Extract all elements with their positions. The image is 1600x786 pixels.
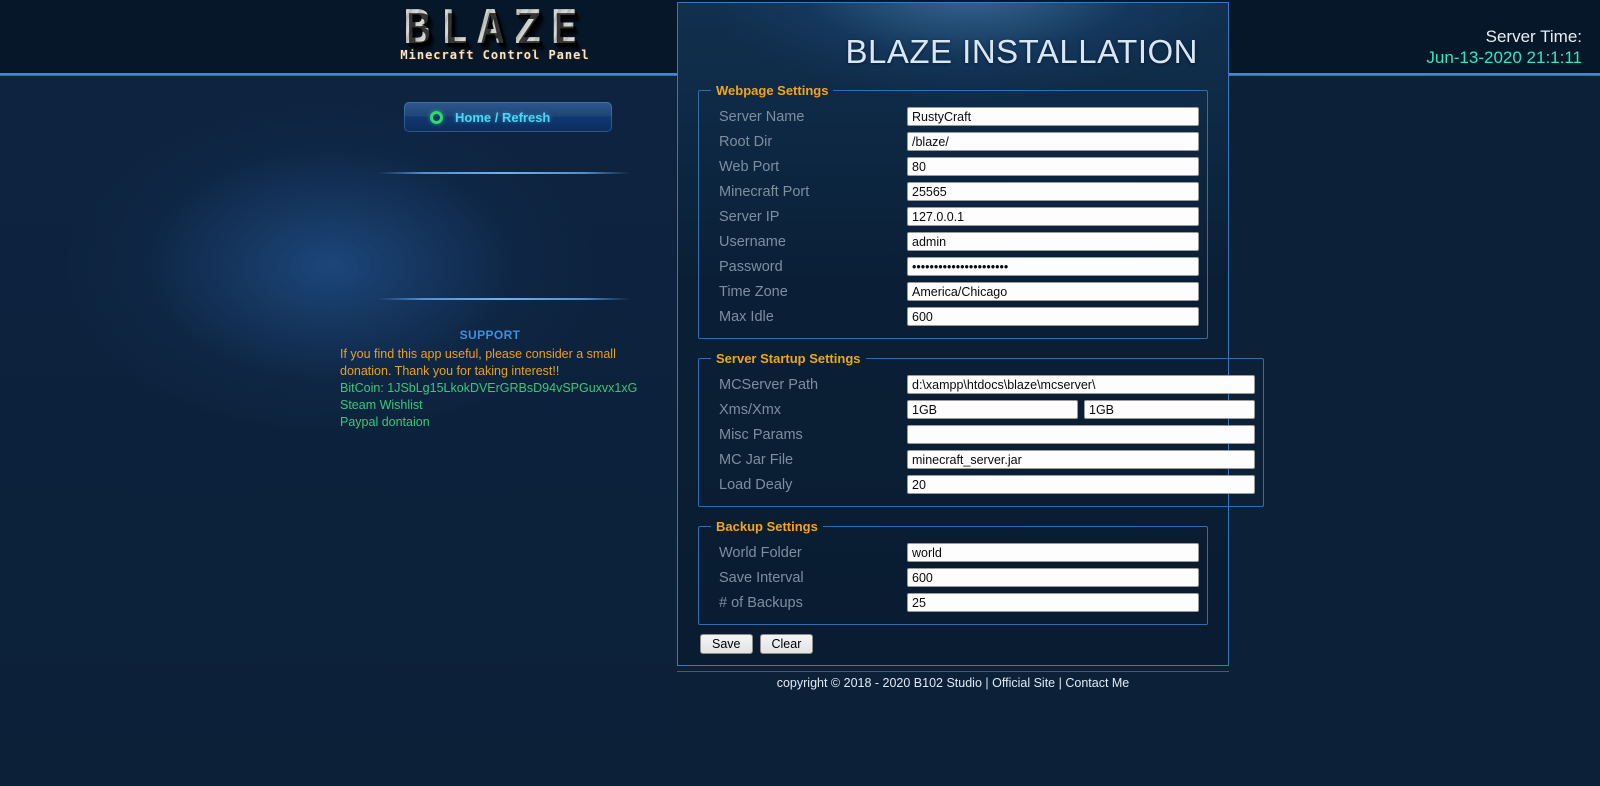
form-row: Server Name — [707, 104, 1199, 129]
form-button-bar: Save Clear — [700, 634, 1228, 654]
field-label-misc-params: Misc Params — [719, 426, 803, 443]
form-row: MCServer Path — [707, 372, 1255, 397]
paypal-donation-link[interactable]: Paypal dontaion — [340, 414, 640, 431]
footer-separator: | — [1058, 676, 1062, 690]
field-label-mcserver-path: MCServer Path — [719, 376, 819, 393]
field-label-xms-xmx: Xms/Xmx — [719, 401, 782, 418]
mcserver-path-input[interactable] — [907, 375, 1255, 394]
official-site-link[interactable]: Official Site — [992, 676, 1055, 690]
field-label-minecraft-port: Minecraft Port — [719, 183, 810, 200]
field-label-load-delay: Load Dealy — [719, 476, 793, 493]
form-row: Time Zone — [707, 279, 1199, 304]
group-legend: Server Startup Settings — [716, 351, 861, 366]
time-zone-input[interactable] — [907, 282, 1199, 301]
contact-me-link[interactable]: Contact Me — [1065, 676, 1129, 690]
footer: copyright © 2018 - 2020 B102 Studio | Of… — [677, 676, 1229, 690]
form-row: Web Port — [707, 154, 1199, 179]
field-label-number-of-backups: # of Backups — [719, 594, 803, 611]
installation-panel: BLAZE INSTALLATION Webpage Settings Serv… — [677, 2, 1264, 666]
field-label-world-folder: World Folder — [719, 544, 802, 561]
logo-wordmark: BLAZE — [350, 2, 640, 52]
form-row: Misc Params — [707, 422, 1255, 447]
support-note-line-2: donation. Thank you for taking interest!… — [340, 364, 560, 378]
server-ip-input[interactable] — [907, 207, 1199, 226]
form-row: World Folder — [707, 540, 1199, 565]
form-row: Save Interval — [707, 565, 1199, 590]
server-time-label: Server Time: — [1485, 27, 1582, 46]
xms-input[interactable] — [907, 400, 1078, 419]
support-block: SUPPORT If you find this app useful, ple… — [340, 328, 640, 431]
mc-jar-file-input[interactable] — [907, 450, 1255, 469]
field-label-username: Username — [719, 233, 786, 250]
footer-divider-rule — [677, 671, 1229, 672]
form-row: Max Idle — [707, 304, 1199, 329]
support-note-line-1: If you find this app useful, please cons… — [340, 347, 616, 361]
form-row: Minecraft Port — [707, 179, 1199, 204]
support-title: SUPPORT — [459, 328, 521, 342]
username-input[interactable] — [907, 232, 1199, 251]
server-time: Server Time: Jun-13-2020 21:1:11 — [1262, 26, 1582, 68]
group-legend: Backup Settings — [716, 519, 818, 534]
sidebar-item-home-refresh[interactable]: Home / Refresh — [404, 102, 612, 132]
group-server-startup-settings: Server Startup Settings MCServer Path Xm… — [698, 351, 1264, 507]
field-label-web-port: Web Port — [719, 158, 780, 175]
page-title: BLAZE INSTALLATION — [845, 33, 1198, 70]
field-label-root-dir: Root Dir — [719, 133, 773, 150]
root-dir-input[interactable] — [907, 132, 1199, 151]
group-backup-settings: Backup Settings World Folder Save Interv… — [698, 519, 1208, 625]
form-row: # of Backups — [707, 590, 1199, 615]
form-row: Password — [707, 254, 1199, 279]
field-label-save-interval: Save Interval — [719, 569, 804, 586]
bitcoin-address: BitCoin: 1JSbLg15LkokDVErGRBsD94vSPGuxvx… — [340, 381, 638, 395]
number-of-backups-input[interactable] — [907, 593, 1199, 612]
minecraft-port-input[interactable] — [907, 182, 1199, 201]
sidebar-divider-bottom — [378, 298, 630, 300]
server-time-value: Jun-13-2020 21:1:11 — [1426, 48, 1582, 67]
field-label-password: Password — [719, 258, 783, 275]
field-label-max-idle: Max Idle — [719, 308, 774, 325]
form-row: Load Dealy — [707, 472, 1255, 497]
form-row: MC Jar File — [707, 447, 1255, 472]
save-button[interactable]: Save — [700, 634, 753, 654]
clear-button[interactable]: Clear — [759, 634, 814, 654]
group-webpage-settings: Webpage Settings Server Name Root Dir We… — [698, 83, 1208, 339]
field-label-server-ip: Server IP — [719, 208, 780, 225]
password-input[interactable] — [907, 257, 1199, 276]
sidebar-item-label: Home / Refresh — [455, 109, 551, 125]
xmx-input[interactable] — [1084, 400, 1255, 419]
green-circle-icon — [430, 110, 443, 124]
steam-wishlist-link[interactable]: Steam Wishlist — [340, 397, 640, 414]
form-row: Xms/Xmx — [707, 397, 1255, 422]
form-row: Username — [707, 229, 1199, 254]
field-label-mc-jar-file: MC Jar File — [719, 451, 794, 468]
load-delay-input[interactable] — [907, 475, 1255, 494]
form-row: Root Dir — [707, 129, 1199, 154]
group-legend: Webpage Settings — [716, 83, 829, 98]
app-logo: BLAZE Minecraft Control Panel — [350, 2, 640, 72]
misc-params-input[interactable] — [907, 425, 1255, 444]
max-idle-input[interactable] — [907, 307, 1199, 326]
form-row: Server IP — [707, 204, 1199, 229]
server-name-input[interactable] — [907, 107, 1199, 126]
sidebar-divider-top — [378, 172, 630, 174]
field-label-server-name: Server Name — [719, 108, 805, 125]
sidebar: Home / Refresh SUPPORT If you find this … — [0, 76, 676, 786]
field-label-time-zone: Time Zone — [719, 283, 788, 300]
save-interval-input[interactable] — [907, 568, 1199, 587]
footer-copyright: copyright © 2018 - 2020 B102 Studio | — [776, 676, 989, 690]
world-folder-input[interactable] — [907, 543, 1199, 562]
web-port-input[interactable] — [907, 157, 1199, 176]
